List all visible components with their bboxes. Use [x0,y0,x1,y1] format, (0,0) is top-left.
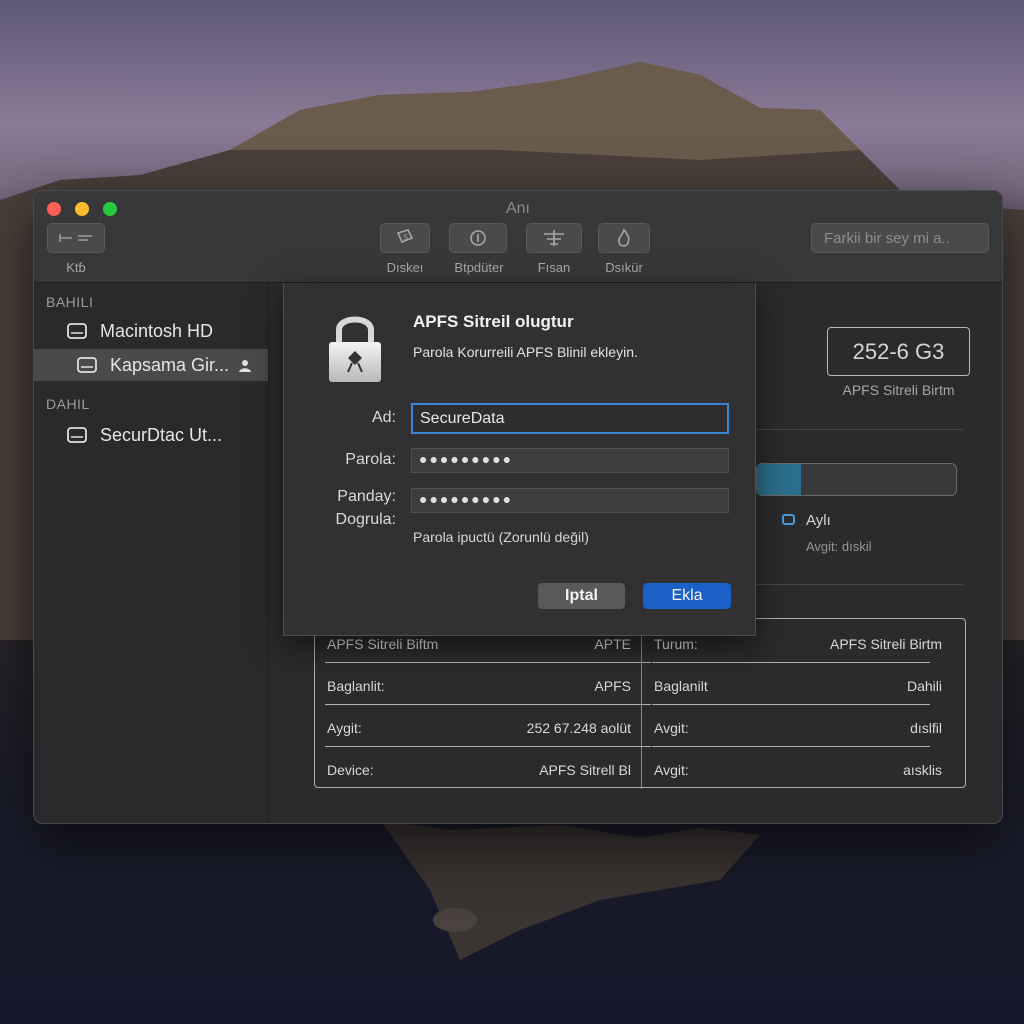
password-label: Parola: [345,451,396,468]
info-row: Baglanlit: APFS [327,665,651,707]
search-input[interactable] [811,223,989,253]
info-value: 252 67.248 aolüt [526,720,631,736]
sidebar: BAHILI Macintosh HD Kapsama Gir... DAHIL… [34,283,269,823]
sidebar-item-macintosh-hd[interactable]: Macintosh HD [34,315,268,347]
add-button[interactable]: Ekla [643,583,731,609]
info-row: Avgit: aısklis [654,749,942,791]
divider [756,429,963,430]
info-key: Baglanilt [654,678,708,694]
sidebar-section-header: BAHILI [46,294,94,310]
tool-label-0: Dıskeı [386,260,424,275]
sidebar-section-header: DAHIL [46,396,90,412]
create-encrypted-volume-sheet: APFS Sitreil olugtur Parola Korurreili A… [283,283,756,636]
tool-label-2: Fısan [537,260,571,275]
partition-icon [544,230,564,246]
info-row: Baglanilt Dahili [654,665,942,707]
info-value: APFS Sitrell Bl [539,762,631,778]
info-key: Turum: [654,636,698,652]
info-key: Aygit: [327,720,362,736]
sidebar-toggle-button[interactable] [47,223,105,253]
name-label: Ad: [371,409,396,426]
svg-text:S: S [403,233,408,242]
add-volume-button[interactable]: S [380,223,430,253]
sidebar-item-securdtac[interactable]: SecurDtac Ut... [34,419,268,451]
verify-label-2: Dogrula: [335,511,396,528]
toolbar: Anı Ktɓ S Dıskeı Btpdüter Fısan Dѕıkür [34,191,1002,283]
first-aid-button[interactable] [449,223,507,253]
info-value: dıslfil [910,720,942,736]
person-icon [239,360,251,372]
info-value: Dahili [906,678,942,694]
lock-icon [329,316,381,382]
disk-icon [77,357,97,373]
info-table: APFS Sitreli Biftm APTE Baglanlit: APFS … [314,618,967,789]
first-aid-icon [470,230,486,246]
volume-icon: S [396,229,414,244]
flame-icon [618,228,630,247]
info-column-left: APFS Sitreli Biftm APTE Baglanlit: APFS … [315,619,651,789]
disk-icon [67,323,87,339]
partition-button[interactable] [526,223,582,253]
usage-bar-fill [757,464,801,495]
row-divider [652,662,930,663]
password-input[interactable]: ●●●●●●●●● [411,448,729,473]
name-input[interactable] [411,403,729,434]
info-row: Avgit: dıslfil [654,707,942,749]
row-divider [652,746,930,747]
capacity-value: 252-6 G3 [827,327,970,376]
erase-button[interactable] [598,223,650,253]
info-value: APFS [594,678,631,694]
row-divider [325,662,651,663]
disk-icon [67,427,87,443]
capacity-label: APFS Sitreli Birtm [842,382,955,398]
sheet-title: APFS Sitreil olugtur [413,312,574,331]
info-value: aısklis [903,762,942,778]
sidebar-toggle-label: Ktɓ [66,260,86,275]
verify-input[interactable]: ●●●●●●●●● [411,488,729,513]
sidebar-icon [59,234,92,242]
usage-legend-label: Aylı [806,512,831,529]
verify-label-1: Panday: [337,488,396,505]
sidebar-item-label: SecurDtac Ut... [100,424,223,445]
info-value: APTE [594,636,631,652]
info-column-right: Turum: APFS Sitreli Birtm Baglanilt Dahi… [641,619,967,789]
row-divider [325,746,651,747]
disk-utility-window: Anı Ktɓ S Dıskeı Btpdüter Fısan Dѕıkür B… [33,190,1003,824]
info-row: Aygit: 252 67.248 aolüt [327,707,651,749]
info-key: Device: [327,762,374,778]
info-value: APFS Sitreli Birtm [829,636,942,652]
sidebar-item-label: Kapsama Gir... [110,354,230,375]
info-key: Avgit: [654,762,689,778]
tool-label-3: Dѕıkür [605,260,643,275]
info-row: Device: APFS Sitrell Bl [327,749,651,791]
divider [756,584,963,585]
info-key: APFS Sitreli Biftm [327,636,439,652]
usage-legend-sub: Avgit: dıskil [806,539,872,554]
sidebar-item-label: Macintosh HD [100,320,214,341]
row-divider [652,704,930,705]
info-key: Avgit: [654,720,689,736]
tool-label-1: Btpdüter [454,260,504,275]
window-title: Anı [505,200,530,217]
info-key: Baglanlit: [327,678,385,694]
password-hint-field[interactable]: Parola ipuctü (Zorunlü değil) [413,529,589,545]
usage-bar [756,463,957,496]
sheet-subtitle: Parola Korurreili APFS Blinil ekleyin. [413,344,638,360]
row-divider [325,704,651,705]
legend-swatch [782,514,795,525]
sidebar-item-kapsama[interactable]: Kapsama Gir... [34,349,268,381]
cancel-button[interactable]: Iptal [538,583,625,609]
